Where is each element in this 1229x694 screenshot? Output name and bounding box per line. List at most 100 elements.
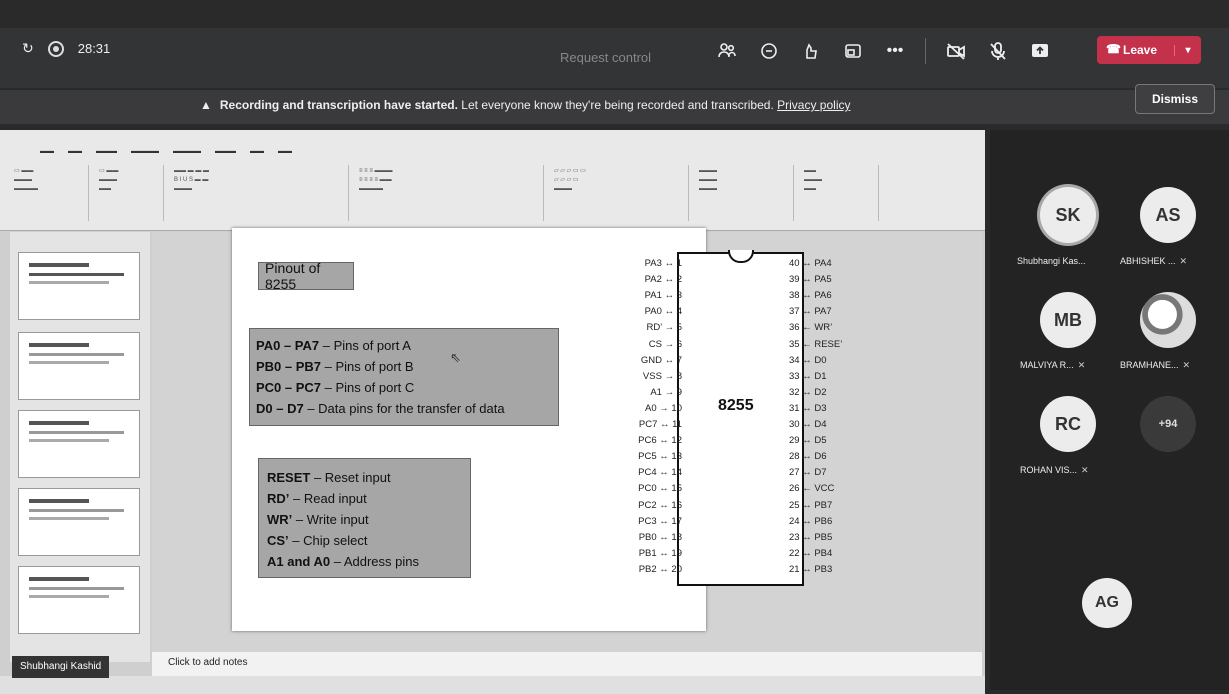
left-pin-9: A1 → 9 (650, 386, 682, 398)
left-pin-3: PA1 ↔ 3 (644, 290, 682, 302)
chevron-down-icon[interactable]: ▾ (1174, 44, 1201, 56)
right-pin-25: 25 ↔ PB7 (789, 499, 833, 511)
control-line: CS’ – Chip select (267, 533, 368, 548)
warning-icon: ▲ (200, 98, 212, 112)
left-pin-4: PA0 ↔ 4 (644, 306, 682, 318)
control-line: WR’ – Write input (267, 512, 369, 527)
ports-line: D0 – D7 – Data pins for the transfer of … (256, 401, 505, 416)
ports-line: PA0 – PA7 – Pins of port A (256, 338, 411, 353)
left-pin-10: A0 → 10 (645, 402, 682, 414)
left-pin-11: PC7 ↔ 11 (638, 419, 682, 430)
right-pin-21: 21 ↔ PB3 (789, 563, 833, 575)
right-pin-31: 31 ↔ D3 (789, 402, 827, 414)
more-options-icon[interactable]: ••• (883, 39, 907, 63)
slide-thumbnail[interactable] (18, 566, 140, 634)
notes-placeholder: Click to add notes (168, 657, 248, 668)
avatar[interactable]: MB (1040, 292, 1096, 348)
dismiss-button[interactable]: Dismiss (1135, 84, 1215, 114)
left-pin-20: PB2 ↔ 20 (638, 563, 682, 575)
left-pin-12: PC6 ↔ 12 (638, 435, 682, 447)
notes-pane[interactable]: Click to add notes (152, 652, 982, 676)
participant-name: ABHISHEK ... ✕ (1120, 256, 1188, 266)
right-pin-32: 32 ↔ D2 (789, 386, 827, 398)
ribbon-tab: ▬▬ (68, 148, 82, 155)
chat-icon[interactable] (757, 39, 781, 63)
leave-button[interactable]: ☎ Leave ▾ (1097, 36, 1201, 64)
mouse-cursor-icon: ⇖ (450, 350, 461, 365)
clock-icon: ↻ (22, 40, 34, 56)
view-icon[interactable] (841, 39, 865, 63)
banner-bold-text: Recording and transcription have started… (219, 98, 458, 112)
request-control-button[interactable]: Request control (560, 50, 651, 65)
avatar[interactable] (1140, 292, 1196, 348)
mic-off-icon: ✕ (1179, 256, 1188, 266)
participant-name: MALVIYA R... ✕ (1020, 360, 1086, 370)
privacy-policy-link[interactable]: Privacy policy (777, 98, 850, 112)
right-pin-36: 36 ← WR’ (789, 322, 833, 334)
slide-thumbnail[interactable] (18, 332, 140, 400)
ribbon-tab: ▬▬▬▬ (173, 148, 201, 155)
avatar[interactable]: AS (1140, 187, 1196, 243)
left-pin-17: PC3 ↔ 17 (638, 515, 682, 527)
ribbon-group: ▬▬ ▬▬▬ ▬▬ (800, 165, 879, 221)
recording-icon (47, 40, 64, 57)
ribbon-group: ▱ ▱ ▱ ▭ ▭ ▱ ▱ ▱ ▭ ▬▬▬ (550, 165, 689, 221)
mic-off-icon: ✕ (1182, 360, 1191, 370)
right-pin-39: 39 ↔ PA5 (789, 274, 832, 286)
ribbon-tabs: ▬▬ ▬▬ ▬▬▬ ▬▬▬▬ ▬▬▬▬ ▬▬▬ ▬▬ ▬▬ (40, 148, 292, 155)
banner-message: Let everyone know they're being recorded… (461, 98, 774, 112)
control-line: RESET – Reset input (267, 470, 391, 485)
left-pin-7: GND ↔ 7 (640, 354, 682, 366)
self-avatar[interactable]: AG (1082, 578, 1132, 628)
mic-off-icon: ✕ (1081, 465, 1089, 475)
control-pins-box: RESET – Reset input RD’ – Read input WR’… (258, 458, 471, 578)
ports-line: PC0 – PC7 – Pins of port C (256, 380, 415, 395)
ribbon-group: ▭ ▬▬ ▬▬▬ ▬▬ (95, 165, 164, 221)
people-icon[interactable] (715, 39, 739, 63)
ribbon-groups: ▭ ▬▬ ▬▬▬ ▬▬▬▬ ▭ ▬▬ ▬▬▬ ▬▬ ▬▬ ▬ ▬ ▬ B I U S ▬ … (10, 165, 879, 221)
ribbon-group: ▬▬ ▬ ▬ ▬ B I U S ▬ ▬ ▬▬▬ (170, 165, 349, 221)
left-pin-18: PB0 ↔ 18 (638, 531, 682, 543)
participant-name: ROHAN VIS... ✕ (1020, 465, 1089, 475)
ribbon-tab: ▬▬▬ (96, 148, 117, 155)
meeting-timer: 28:31 (77, 41, 111, 56)
right-pin-37: 37 ↔ PA7 (789, 306, 832, 318)
meeting-timer-area: ↻ 28:31 (22, 40, 110, 57)
left-pin-5: RD’ → 5 (646, 322, 682, 334)
avatar[interactable]: SK (1040, 187, 1096, 243)
right-pin-33: 33 ↔ D1 (789, 370, 827, 382)
right-pin-34: 34 ↔ D0 (789, 354, 827, 366)
right-pin-35: 35 ← RESE’ (789, 338, 843, 350)
avatar[interactable]: RC (1040, 396, 1096, 452)
status-bar (0, 676, 985, 694)
more-participants-button[interactable]: +94 (1140, 396, 1196, 452)
slide-thumbnail[interactable] (18, 488, 140, 556)
slide-thumbnail[interactable] (18, 410, 140, 478)
right-pin-30: 30 ↔ D4 (789, 419, 827, 430)
slide-thumbnail[interactable] (18, 252, 140, 320)
ribbon-tab: ▬▬▬▬ (131, 148, 159, 155)
ports-box: PA0 – PA7 – Pins of port A PB0 – PB7 – P… (249, 328, 559, 426)
right-pin-24: 24 ↔ PB6 (789, 515, 833, 527)
mic-off-icon[interactable] (986, 39, 1010, 63)
react-icon[interactable] (799, 39, 823, 63)
participant-name: Shubhangi Kas... (1017, 256, 1086, 266)
left-pin-13: PC5 ↔ 13 (638, 451, 682, 463)
share-screen-icon[interactable] (1028, 39, 1052, 63)
left-pin-8: VSS → 8 (642, 370, 682, 382)
right-pin-40: 40 ↔ PA4 (789, 258, 832, 269)
right-pin-29: 29 ↔ D5 (789, 435, 827, 447)
left-pin-15: PC0 ↔ 15 (638, 483, 682, 495)
ribbon-tab: ▬▬▬ (215, 148, 236, 155)
right-pin-27: 27 ↔ D7 (789, 467, 827, 479)
toolbar-icons: ••• (715, 38, 1052, 64)
control-line: RD’ – Read input (267, 491, 367, 506)
left-pin-16: PC2 ↔ 16 (638, 499, 682, 511)
ribbon-tab: ▬▬ (278, 148, 292, 155)
right-pin-23: 23 ↔ PB5 (789, 531, 833, 543)
chip-8255 (677, 252, 804, 586)
right-pin-28: 28 ↔ D6 (789, 451, 827, 463)
left-pin-1: PA3 ↔ 1 (644, 258, 682, 269)
ribbon-group: ▭ ▬▬ ▬▬▬ ▬▬▬▬ (10, 165, 89, 221)
camera-off-icon[interactable] (944, 39, 968, 63)
